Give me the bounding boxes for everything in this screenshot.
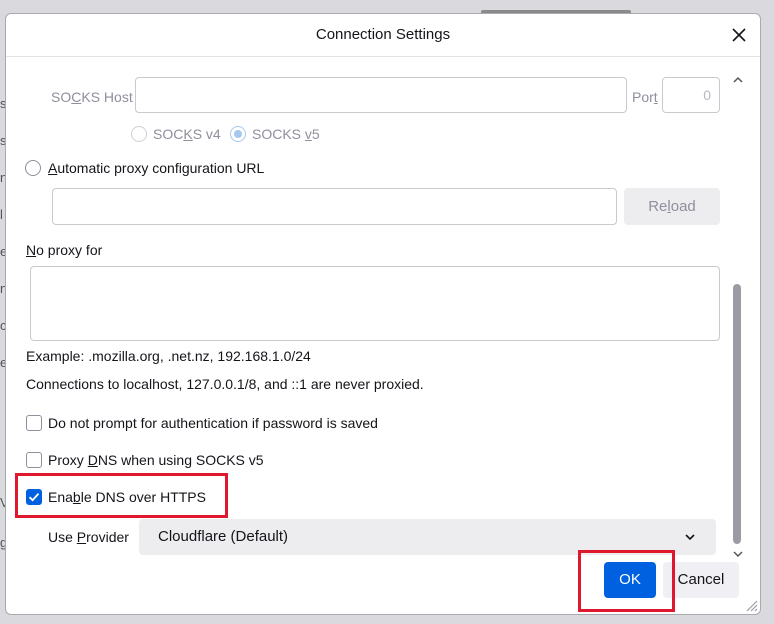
no-prompt-auth-label: Do not prompt for authentication if pass… bbox=[48, 415, 378, 431]
no-proxy-label: No proxy for bbox=[26, 242, 103, 258]
no-prompt-auth-checkbox[interactable] bbox=[26, 415, 42, 431]
chevron-down-icon bbox=[685, 534, 695, 541]
socks-host-input[interactable] bbox=[135, 77, 627, 113]
close-button[interactable] bbox=[726, 22, 752, 48]
dialog-title: Connection Settings bbox=[315, 26, 451, 43]
enable-doh-checkbox[interactable] bbox=[26, 489, 42, 505]
enable-doh-label: Enable DNS over HTTPS bbox=[48, 489, 206, 505]
dialog-content: SOCKS Host Port SOCKS v4 SOCKS v5 Automa… bbox=[6, 57, 760, 562]
socks-v5-label: SOCKS v5 bbox=[252, 126, 320, 142]
socks-port-input[interactable] bbox=[662, 77, 720, 113]
provider-selected-value: Cloudflare (Default) bbox=[158, 528, 289, 545]
cancel-button[interactable]: Cancel bbox=[663, 562, 739, 598]
use-provider-label: Use Provider bbox=[48, 529, 129, 545]
connection-settings-dialog: Connection Settings SOCKS Host Port SOCK… bbox=[5, 13, 761, 615]
no-proxy-textarea[interactable] bbox=[30, 266, 720, 341]
socks-v4-label: SOCKS v4 bbox=[153, 126, 221, 142]
provider-select[interactable]: Cloudflare (Default) bbox=[139, 519, 716, 555]
scroll-down-arrow-icon[interactable] bbox=[732, 548, 744, 560]
scroll-up-arrow-icon[interactable] bbox=[732, 74, 744, 86]
resize-grip-icon[interactable] bbox=[744, 598, 758, 612]
socks-v5-radio[interactable] bbox=[230, 126, 246, 142]
dialog-titlebar: Connection Settings bbox=[6, 14, 760, 57]
socks-host-label: SOCKS Host bbox=[51, 89, 133, 105]
background-text-fragment: l bbox=[0, 207, 3, 222]
no-proxy-note: Connections to localhost, 127.0.0.1/8, a… bbox=[26, 376, 424, 392]
socks-port-label: Port bbox=[632, 89, 658, 105]
reload-button[interactable]: Reload bbox=[624, 188, 720, 225]
no-proxy-example: Example: .mozilla.org, .net.nz, 192.168.… bbox=[26, 348, 311, 364]
socks-v4-radio[interactable] bbox=[131, 126, 147, 142]
proxy-dns-checkbox[interactable] bbox=[26, 452, 42, 468]
close-icon bbox=[732, 28, 746, 42]
checkmark-icon bbox=[28, 493, 40, 502]
auto-proxy-label: Automatic proxy configuration URL bbox=[48, 160, 265, 176]
ok-button[interactable]: OK bbox=[604, 562, 656, 598]
scrollbar-thumb[interactable] bbox=[733, 284, 741, 544]
auto-proxy-radio[interactable] bbox=[25, 160, 41, 176]
auto-proxy-url-input[interactable] bbox=[52, 188, 617, 225]
proxy-dns-label: Proxy DNS when using SOCKS v5 bbox=[48, 452, 264, 468]
